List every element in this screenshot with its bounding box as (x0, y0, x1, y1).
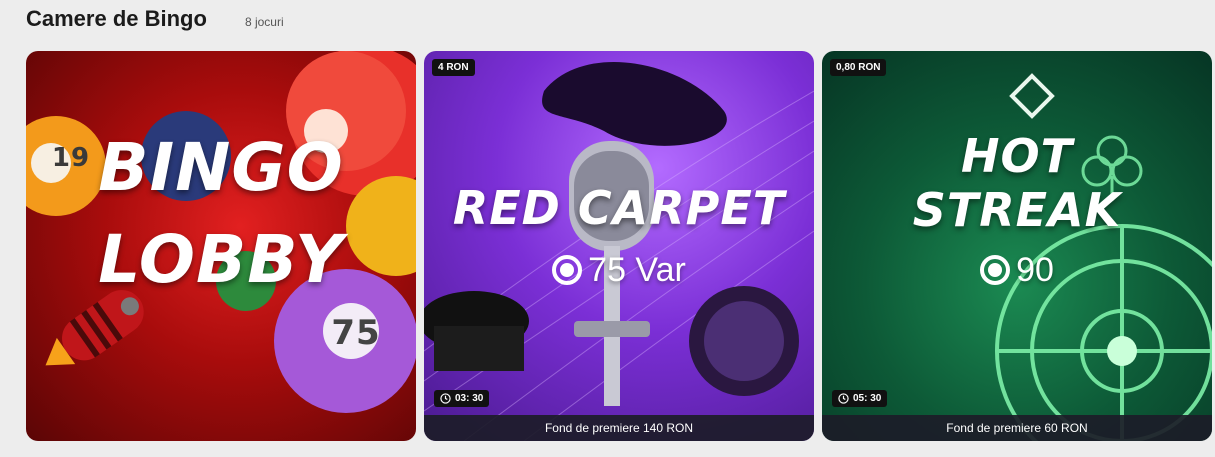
card-subtitle: 90 (822, 251, 1212, 290)
card-title: RED CARPET (452, 181, 786, 235)
red-carpet-artwork (424, 62, 814, 441)
subtitle-text: 90 (1016, 251, 1054, 289)
timer-text: 03: 30 (455, 393, 484, 404)
bingo-ball-label: 75 (331, 313, 381, 353)
price-badge: 4 RON (432, 59, 475, 76)
subtitle-text: 75 Var (588, 251, 686, 289)
section-title: Camere de Bingo (26, 6, 207, 31)
prize-fund: Fond de premiere 60 RON (822, 415, 1212, 441)
prize-fund: Fond de premiere 140 RON (424, 415, 814, 441)
bingo-ball-label: 19 (51, 143, 91, 173)
ball-icon (552, 255, 583, 285)
price-badge: 0,80 RON (830, 59, 887, 76)
game-count: 8 jocuri (244, 15, 284, 29)
ball-icon (980, 255, 1011, 285)
clock-icon (838, 393, 849, 404)
card-title-line2: STREAK (912, 183, 1122, 237)
section-header: Camere de Bingo 8 jocuri (26, 6, 284, 32)
countdown-timer: 05: 30 (832, 390, 888, 407)
countdown-timer: 03: 30 (434, 390, 490, 407)
game-card-hot-streak[interactable]: 0,80 RON HOT STREAK 90 05: 30 Fond de pr… (822, 51, 1212, 441)
clock-icon (440, 393, 451, 404)
card-title-line1: HOT (961, 129, 1073, 183)
game-card-red-carpet[interactable]: 4 RON RED CARPET 75 Var 03: 30 Fond de p… (424, 51, 814, 441)
hot-streak-artwork (995, 73, 1212, 441)
timer-text: 05: 30 (853, 393, 882, 404)
card-subtitle: 75 Var (424, 251, 814, 290)
game-card-bingo-lobby[interactable]: BINGO LOBBY 19 75 (26, 51, 416, 441)
card-title-line2: LOBBY (98, 221, 344, 298)
